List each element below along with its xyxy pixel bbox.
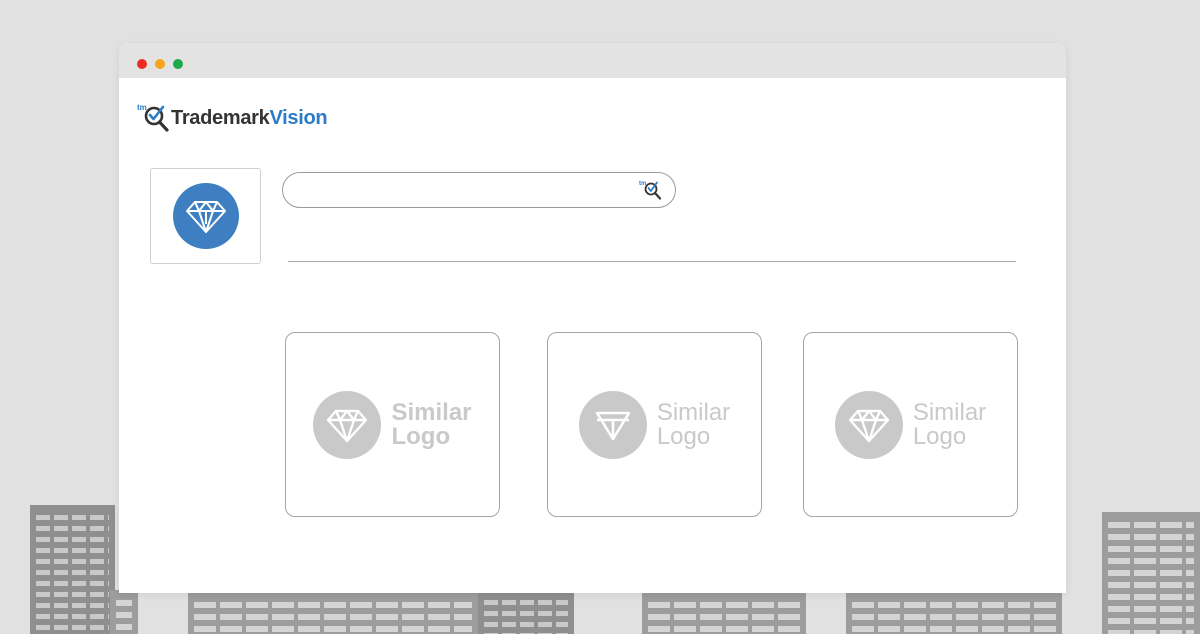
result-card[interactable]: Similar Logo xyxy=(803,332,1018,517)
minimize-window-button[interactable] xyxy=(155,59,165,69)
diamond-simple-icon xyxy=(578,390,647,459)
close-window-button[interactable] xyxy=(137,59,147,69)
background-building xyxy=(1102,512,1200,634)
result-label: Similar Logo xyxy=(391,398,472,450)
results-divider xyxy=(288,261,1016,262)
diamond-icon xyxy=(313,390,382,459)
brand-logo[interactable]: tm TrademarkVision xyxy=(137,102,328,134)
diamond-icon xyxy=(185,201,226,233)
svg-text:tm: tm xyxy=(137,103,147,112)
diamond-icon xyxy=(834,390,903,459)
browser-titlebar xyxy=(119,43,1066,78)
query-logo xyxy=(172,183,239,249)
result-card[interactable]: Similar Logo xyxy=(285,332,500,517)
search-input[interactable] xyxy=(297,179,631,201)
query-image-upload[interactable] xyxy=(150,168,261,264)
background-building xyxy=(642,592,806,634)
brand-name: TrademarkVision xyxy=(171,106,328,130)
search-bar: tm xyxy=(282,172,676,208)
magnifier-check-icon: tm xyxy=(137,102,173,134)
result-label-line1: Similar xyxy=(391,398,472,426)
svg-text:tm: tm xyxy=(639,181,646,187)
maximize-window-button[interactable] xyxy=(173,59,183,69)
search-button[interactable]: tm xyxy=(639,179,665,201)
background-building xyxy=(30,505,115,634)
background-building xyxy=(188,592,478,634)
tm-magnifier-check-icon: tm xyxy=(639,181,662,200)
brand-name-part2: Vision xyxy=(269,106,328,129)
brand-name-part1: Trademark xyxy=(171,106,270,129)
browser-window: tm TrademarkVision tm Similar Logo Simil… xyxy=(119,43,1066,593)
result-card[interactable]: Similar Logo xyxy=(547,332,762,517)
result-label-line1: Similar xyxy=(656,398,731,426)
result-label: Similar Logo xyxy=(656,398,731,450)
result-label-line1: Similar xyxy=(912,398,987,426)
result-label: Similar Logo xyxy=(912,398,987,450)
result-label-line2: Logo xyxy=(656,422,711,450)
background-building xyxy=(110,590,138,634)
result-label-line2: Logo xyxy=(912,422,967,450)
background-building xyxy=(478,590,574,634)
background-building xyxy=(846,592,1062,634)
result-label-line2: Logo xyxy=(391,422,451,450)
